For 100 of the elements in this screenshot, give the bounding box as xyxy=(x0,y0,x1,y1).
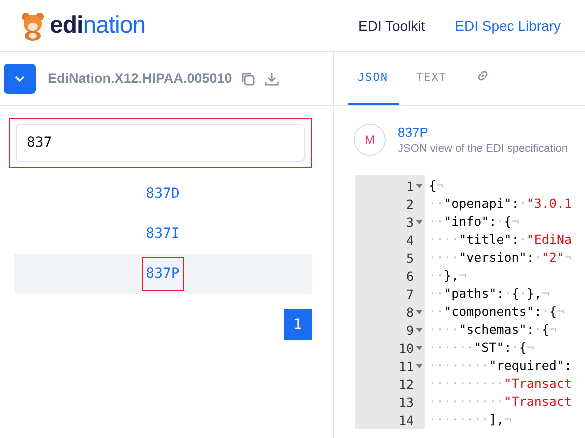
code-key: "openapi" xyxy=(444,196,512,211)
line-end-marker: ¬ xyxy=(436,178,444,193)
line-end-marker: ¬ xyxy=(542,286,550,301)
whitespace-marker: ········ xyxy=(429,412,490,427)
code-punctuation: : xyxy=(504,340,512,355)
code-punctuation: { xyxy=(519,340,527,355)
code-punctuation: : xyxy=(564,358,572,373)
code-key: "schemas" xyxy=(459,322,527,337)
nav-link[interactable]: EDI Toolkit xyxy=(358,18,426,34)
line-number: 2 xyxy=(406,196,414,212)
code-punctuation: ], xyxy=(489,412,504,427)
fold-caret-icon[interactable] xyxy=(416,220,423,224)
nav-link[interactable]: EDI Spec Library xyxy=(455,18,561,34)
line-number: 13 xyxy=(398,394,414,410)
whitespace-marker: ·· xyxy=(429,196,444,211)
code-punctuation: : xyxy=(512,196,520,211)
line-number: 10 xyxy=(398,340,414,356)
avatar: M xyxy=(354,124,386,156)
code-key: "components" xyxy=(444,304,534,319)
logo-text: edination xyxy=(50,12,146,40)
code-punctuation: { xyxy=(542,322,550,337)
download-icon[interactable] xyxy=(264,70,280,86)
code-string: "Transact xyxy=(504,376,572,391)
line-number: 11 xyxy=(398,358,414,374)
code-key: "version" xyxy=(459,250,527,265)
line-number: 8 xyxy=(406,304,414,320)
whitespace-marker: · xyxy=(519,196,527,211)
whitespace-marker: · xyxy=(542,304,550,319)
fold-caret-icon[interactable] xyxy=(416,328,423,332)
code-punctuation: : xyxy=(526,250,534,265)
whitespace-marker: ······ xyxy=(429,340,474,355)
whitespace-marker: · xyxy=(504,286,512,301)
whitespace-marker: · xyxy=(534,322,542,337)
whitespace-marker: ···· xyxy=(429,250,460,265)
result-link[interactable]: 837D xyxy=(142,177,184,211)
line-number: 14 xyxy=(398,412,414,428)
line-end-marker: ¬ xyxy=(526,340,534,355)
line-number: 4 xyxy=(406,232,414,248)
code-string: "Transact xyxy=(504,394,572,409)
result-row[interactable]: 837I xyxy=(14,214,312,254)
whitespace-marker: ········ xyxy=(429,358,490,373)
result-row[interactable]: 837D xyxy=(14,174,312,214)
spec-description: JSON view of the EDI specification xyxy=(398,143,568,155)
chevron-down-icon xyxy=(15,76,25,82)
whitespace-marker: ·· xyxy=(429,268,444,283)
code-punctuation: : xyxy=(489,214,497,229)
code-punctuation: { xyxy=(504,214,512,229)
whitespace-marker: ···· xyxy=(429,322,460,337)
fold-caret-icon[interactable] xyxy=(416,184,423,188)
line-number: 1 xyxy=(406,178,414,194)
view-tab[interactable]: JSON xyxy=(348,52,398,105)
whitespace-marker: · xyxy=(534,250,542,265)
code-key: "ST" xyxy=(474,340,504,355)
fold-caret-icon[interactable] xyxy=(416,364,423,368)
whitespace-marker: · xyxy=(496,214,504,229)
code-punctuation: : xyxy=(512,232,520,247)
line-end-marker: ¬ xyxy=(564,250,572,265)
line-number: 3 xyxy=(406,214,414,230)
code-key: "paths" xyxy=(444,286,497,301)
search-field[interactable]: 837 xyxy=(16,124,305,162)
code-punctuation: { xyxy=(429,178,437,193)
result-row[interactable]: 837P xyxy=(14,254,312,294)
result-link[interactable]: 837P xyxy=(142,257,184,291)
code-punctuation: }, xyxy=(444,268,460,283)
line-end-marker: ¬ xyxy=(504,412,512,427)
page-button[interactable]: 1 xyxy=(284,309,312,340)
fold-caret-icon[interactable] xyxy=(416,310,423,314)
line-end-marker: ¬ xyxy=(556,304,564,319)
fold-caret-icon[interactable] xyxy=(416,346,423,350)
whitespace-marker: · xyxy=(519,232,527,247)
dropdown-button[interactable] xyxy=(4,64,36,94)
code-punctuation: : xyxy=(526,322,534,337)
whitespace-marker: ·········· xyxy=(429,394,504,409)
line-end-marker: ¬ xyxy=(459,268,467,283)
line-number: 7 xyxy=(406,286,414,302)
view-tab[interactable]: TEXT xyxy=(406,52,457,105)
code-string: "3.0.1 xyxy=(526,196,572,211)
whitespace-marker: · xyxy=(512,340,520,355)
line-number: 5 xyxy=(406,250,414,266)
code-punctuation: : xyxy=(534,304,542,319)
code-punctuation: { xyxy=(549,304,557,319)
code-key: "required" xyxy=(489,358,564,373)
whitespace-marker: ·· xyxy=(429,286,444,301)
whitespace-marker: ·········· xyxy=(429,376,504,391)
line-end-marker: ¬ xyxy=(512,214,520,229)
whitespace-marker: ·· xyxy=(429,304,444,319)
code-string: "2" xyxy=(542,250,564,265)
code-key: "title" xyxy=(459,232,512,247)
spec-name: EdiNation.X12.HIPAA.005010 xyxy=(48,71,232,86)
copy-icon[interactable] xyxy=(240,70,256,86)
whitespace-marker: ···· xyxy=(429,232,460,247)
line-end-marker: ¬ xyxy=(549,322,557,337)
code-punctuation: : xyxy=(496,286,504,301)
code-punctuation: }, xyxy=(526,286,542,301)
whitespace-marker: · xyxy=(519,286,527,301)
line-number: 12 xyxy=(398,376,414,392)
whitespace-marker: ·· xyxy=(429,214,444,229)
result-link[interactable]: 837I xyxy=(142,217,184,251)
code-string: "EdiNa xyxy=(526,232,572,247)
spec-title: 837P xyxy=(398,125,430,140)
